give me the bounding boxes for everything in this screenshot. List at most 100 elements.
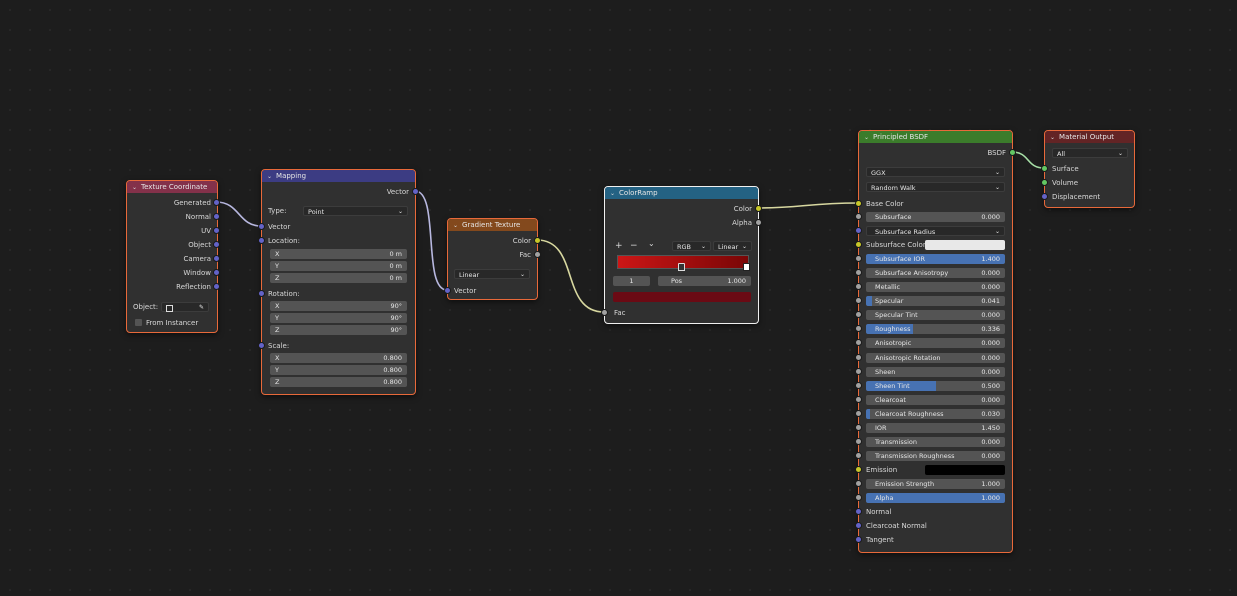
socket-camera[interactable]: [213, 255, 220, 262]
type-dropdown[interactable]: Point ⌄: [303, 206, 408, 216]
location-x-field[interactable]: X 0 m: [270, 249, 407, 259]
subsurface-color-swatch[interactable]: [925, 240, 1005, 250]
socket-emission-strength[interactable]: [855, 480, 862, 487]
stop-index-field[interactable]: 1: [613, 276, 650, 286]
clearcoat-field[interactable]: Clearcoat 0.000: [866, 395, 1005, 405]
chevron-down-icon[interactable]: ⌄: [610, 190, 615, 197]
chevron-down-icon[interactable]: ⌄: [453, 222, 458, 229]
subsurface-method-dropdown[interactable]: Random Walk ⌄: [866, 182, 1005, 192]
socket-transmission[interactable]: [855, 438, 862, 445]
socket-ior[interactable]: [855, 424, 862, 431]
socket-specular-tint[interactable]: [855, 311, 862, 318]
socket-sheen-tint[interactable]: [855, 382, 862, 389]
socket-emission[interactable]: [855, 466, 862, 473]
socket-reflection[interactable]: [213, 283, 220, 290]
principled-bsdf-node[interactable]: ⌄ Principled BSDF BSDF GGX ⌄ Random Walk ⌄…: [858, 130, 1013, 553]
target-dropdown[interactable]: All ⌄: [1052, 148, 1128, 158]
rotation-x-field[interactable]: X 90°: [270, 301, 407, 311]
object-picker[interactable]: ✎: [161, 302, 209, 312]
alpha-field[interactable]: Alpha 1.000: [866, 493, 1005, 503]
stop-color-swatch[interactable]: [613, 292, 751, 302]
socket-generated[interactable]: [213, 199, 220, 206]
socket-subsurface-color[interactable]: [855, 241, 862, 248]
remove-stop-button[interactable]: −: [630, 240, 638, 252]
socket-alpha[interactable]: [855, 494, 862, 501]
gradient-texture-node[interactable]: ⌄ Gradient Texture Color Fac Linear ⌄ Vec…: [447, 218, 538, 300]
socket-sheen[interactable]: [855, 368, 862, 375]
socket-rotation[interactable]: [258, 290, 265, 297]
chevron-down-icon[interactable]: ⌄: [132, 184, 137, 191]
colorramp-header[interactable]: ⌄ ColorRamp: [605, 187, 758, 199]
socket-anisotropic-rotation[interactable]: [855, 354, 862, 361]
transmission-roughness-field[interactable]: Transmission Roughness 0.000: [866, 451, 1005, 461]
location-z-field[interactable]: Z 0 m: [270, 273, 407, 283]
subsurface-radius-dropdown[interactable]: Subsurface Radius ⌄: [866, 226, 1005, 236]
socket-surface[interactable]: [1041, 165, 1048, 172]
material-output-header[interactable]: ⌄ Material Output: [1045, 131, 1134, 143]
socket-base-color[interactable]: [855, 200, 862, 207]
socket-ramp-color[interactable]: [755, 205, 762, 212]
chevron-down-icon[interactable]: ⌄: [1050, 134, 1055, 141]
socket-roughness[interactable]: [855, 325, 862, 332]
material-output-node[interactable]: ⌄ Material Output All ⌄ Surface Volume Di…: [1044, 130, 1135, 208]
from-instancer-checkbox[interactable]: [135, 319, 142, 326]
socket-tangent[interactable]: [855, 536, 862, 543]
clearcoat-roughness-field[interactable]: Clearcoat Roughness 0.030: [866, 409, 1005, 419]
socket-metallic[interactable]: [855, 283, 862, 290]
socket-clearcoat[interactable]: [855, 396, 862, 403]
socket-mapping-out[interactable]: [412, 188, 419, 195]
socket-transmission-roughness[interactable]: [855, 452, 862, 459]
socket-gradient-fac[interactable]: [534, 251, 541, 258]
colorramp-node[interactable]: ⌄ ColorRamp Color Alpha + − ⌄ RGB ⌄ Linea…: [604, 186, 759, 324]
anisotropic-rotation-field[interactable]: Anisotropic Rotation 0.000: [866, 353, 1005, 363]
distribution-dropdown[interactable]: GGX ⌄: [866, 167, 1005, 177]
socket-object[interactable]: [213, 241, 220, 248]
scale-y-field[interactable]: Y 0.800: [270, 365, 407, 375]
socket-normal[interactable]: [855, 508, 862, 515]
socket-location[interactable]: [258, 237, 265, 244]
socket-bsdf-out[interactable]: [1009, 149, 1016, 156]
socket-subsurface-radius[interactable]: [855, 227, 862, 234]
interpolation-dropdown[interactable]: Linear ⌄: [713, 241, 752, 251]
gradient-type-dropdown[interactable]: Linear ⌄: [454, 269, 530, 279]
texture-coordinate-node[interactable]: ⌄ Texture Coordinate Generated Normal UV…: [126, 180, 218, 333]
socket-clearcoat-normal[interactable]: [855, 522, 862, 529]
chevron-down-icon[interactable]: ⌄: [267, 173, 272, 180]
scale-x-field[interactable]: X 0.800: [270, 353, 407, 363]
socket-gradient-vector[interactable]: [444, 287, 451, 294]
specular-tint-field[interactable]: Specular Tint 0.000: [866, 310, 1005, 320]
eyedropper-icon[interactable]: ✎: [199, 303, 204, 313]
socket-specular[interactable]: [855, 297, 862, 304]
gradient-texture-header[interactable]: ⌄ Gradient Texture: [448, 219, 537, 231]
stop-position-field[interactable]: Pos 1.000: [658, 276, 751, 286]
metallic-field[interactable]: Metallic 0.000: [866, 282, 1005, 292]
subsurface-anisotropy-field[interactable]: Subsurface Anisotropy 0.000: [866, 268, 1005, 278]
socket-subsurface[interactable]: [855, 213, 862, 220]
ramp-stop-handle-right[interactable]: [743, 263, 750, 271]
rotation-y-field[interactable]: Y 90°: [270, 313, 407, 323]
subsurface-ior-field[interactable]: Subsurface IOR 1.400: [866, 254, 1005, 264]
specular-field[interactable]: Specular 0.041: [866, 296, 1005, 306]
color-mode-dropdown[interactable]: RGB ⌄: [672, 241, 711, 251]
socket-scale[interactable]: [258, 342, 265, 349]
socket-volume[interactable]: [1041, 179, 1048, 186]
socket-ramp-fac[interactable]: [601, 309, 608, 316]
socket-displacement[interactable]: [1041, 193, 1048, 200]
add-stop-button[interactable]: +: [615, 240, 623, 252]
emission-strength-field[interactable]: Emission Strength 1.000: [866, 479, 1005, 489]
roughness-field[interactable]: Roughness 0.336: [866, 324, 1005, 334]
socket-uv[interactable]: [213, 227, 220, 234]
scale-z-field[interactable]: Z 0.800: [270, 377, 407, 387]
transmission-field[interactable]: Transmission 0.000: [866, 437, 1005, 447]
socket-clearcoat-roughness[interactable]: [855, 410, 862, 417]
ior-field[interactable]: IOR 1.450: [866, 423, 1005, 433]
socket-subsurface-ior[interactable]: [855, 255, 862, 262]
texture-coordinate-header[interactable]: ⌄ Texture Coordinate: [127, 181, 217, 193]
socket-anisotropic[interactable]: [855, 339, 862, 346]
socket-window[interactable]: [213, 269, 220, 276]
socket-mapping-in-vector[interactable]: [258, 223, 265, 230]
ramp-stop-handle-left[interactable]: [678, 263, 685, 271]
ramp-menu-button[interactable]: ⌄: [648, 238, 655, 250]
emission-swatch[interactable]: [925, 465, 1005, 475]
anisotropic-field[interactable]: Anisotropic 0.000: [866, 338, 1005, 348]
